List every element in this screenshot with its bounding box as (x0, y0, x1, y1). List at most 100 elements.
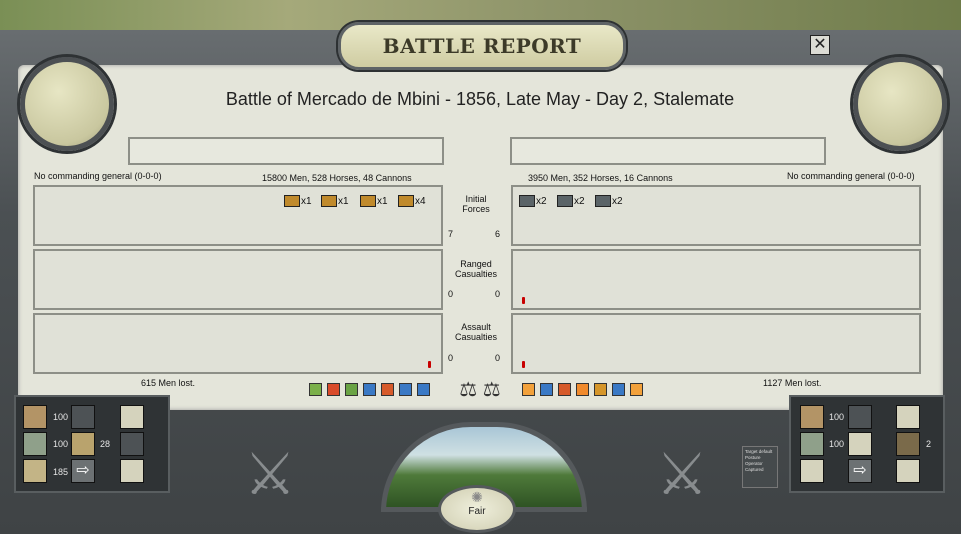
artillery-icon (519, 195, 535, 207)
unit-count: x4 (415, 195, 426, 207)
right-men-lost: 1127 Men lost. (763, 378, 822, 388)
left-supply-value: 100 (53, 412, 69, 422)
cavalry-stat-icon (71, 405, 95, 429)
crossed-rifles-crest-icon: ⚔ (656, 442, 708, 507)
casualty-figure-icon (428, 361, 431, 368)
morale-icon (800, 432, 824, 456)
right-name-box (510, 137, 826, 165)
unit-count: x2 (574, 195, 585, 207)
label-line: Casualties (454, 269, 498, 279)
left-assault-row (33, 313, 443, 374)
soldier-icon (896, 459, 920, 483)
artillery-icon (360, 195, 376, 207)
modifier-icon[interactable] (576, 383, 589, 396)
soldier-icon (896, 405, 920, 429)
modifier-icon[interactable] (540, 383, 553, 396)
cavalry-icon (595, 195, 611, 207)
fort-icon (800, 459, 824, 483)
left-forces: 15800 Men, 528 Horses, 48 Cannons (262, 173, 412, 183)
terrain-icon (71, 432, 95, 456)
right-general: No commanding general (0-0-0) (787, 171, 915, 181)
battle-title: Battle of Mercado de Mbini - 1856, Late … (225, 89, 735, 109)
modifier-icon[interactable] (417, 383, 430, 396)
label-line: Ranged (460, 259, 492, 269)
left-morale-value: 100 (53, 439, 69, 449)
left-unit-4[interactable]: x4 (398, 195, 426, 209)
retreat-arrow-icon[interactable]: ⇨ (71, 459, 95, 483)
leader-icon (120, 432, 144, 456)
right-ranged-row (511, 249, 921, 310)
cavalry-stat-icon (848, 405, 872, 429)
label-line: Assault (461, 322, 491, 332)
modifier-icon[interactable] (345, 383, 358, 396)
supply-icon (23, 405, 47, 429)
soldier-icon (120, 459, 144, 483)
left-assault-count: 0 (448, 353, 454, 363)
retreat-arrow-icon[interactable]: ⇨ (848, 459, 872, 483)
weather-label: Fair (468, 506, 486, 517)
left-ranged-count: 0 (448, 289, 454, 299)
modifier-icon[interactable] (309, 383, 322, 396)
right-unit-2[interactable]: x2 (557, 195, 585, 209)
modifier-icon[interactable] (399, 383, 412, 396)
close-button[interactable]: ✕ (810, 35, 830, 55)
left-unit-2[interactable]: x1 (321, 195, 349, 209)
modifier-icon[interactable] (363, 383, 376, 396)
legend-item: Captured (745, 467, 764, 472)
terrain-icon (848, 432, 872, 456)
right-side-emblem (853, 57, 947, 151)
scales-icon: ⚖ ⚖ (459, 379, 501, 401)
weather-badge: ✺ Fair (438, 485, 516, 533)
modifier-icon[interactable] (630, 383, 643, 396)
left-fort-value: 185 (53, 467, 69, 477)
morale-icon (23, 432, 47, 456)
right-morale-value: 100 (829, 439, 845, 449)
modifier-icon[interactable] (594, 383, 607, 396)
supply-icon (800, 405, 824, 429)
crossed-rifles-crest-icon: ⚔ (244, 442, 296, 507)
left-initial-count: 7 (448, 229, 454, 239)
line-infantry-icon (284, 195, 300, 207)
modifier-icon[interactable] (612, 383, 625, 396)
close-icon: ✕ (813, 36, 827, 53)
left-unit-3[interactable]: x1 (360, 195, 388, 209)
right-ranged-count: 0 (495, 289, 501, 299)
soldier-icon (120, 405, 144, 429)
right-unit-3[interactable]: x2 (595, 195, 623, 209)
initial-forces-label: Initial Forces (446, 194, 506, 214)
left-general: No commanding general (0-0-0) (34, 171, 162, 181)
left-unit-1[interactable]: x1 (284, 195, 312, 209)
assault-casualties-label: Assault Casualties (446, 322, 506, 342)
modifier-icon[interactable] (327, 383, 340, 396)
right-leader-value: 2 (926, 439, 932, 449)
fort-icon (23, 459, 47, 483)
left-ranged-row (33, 249, 443, 310)
left-men-lost: 615 Men lost. (141, 378, 196, 388)
unit-count: x1 (377, 195, 388, 207)
cavalry-icon (557, 195, 573, 207)
label-line: Forces (462, 204, 490, 214)
right-assault-count: 0 (495, 353, 501, 363)
line-infantry-icon (321, 195, 337, 207)
legend-card: Target default Posture Operator Captured (742, 446, 778, 488)
page-title: BATTLE REPORT (338, 22, 626, 70)
unit-count: x1 (338, 195, 349, 207)
left-name-box (128, 137, 444, 165)
casualty-figure-icon (522, 297, 525, 304)
left-side-emblem (20, 57, 114, 151)
cavalry-icon (398, 195, 414, 207)
label-line: Casualties (454, 332, 498, 342)
right-supply-value: 100 (829, 412, 845, 422)
unit-count: x2 (612, 195, 623, 207)
right-unit-1[interactable]: x2 (519, 195, 547, 209)
label-line: Initial (465, 194, 487, 204)
modifier-icon[interactable] (522, 383, 535, 396)
right-assault-row (511, 313, 921, 374)
unit-count: x2 (536, 195, 547, 207)
ranged-casualties-label: Ranged Casualties (446, 259, 506, 279)
unit-count: x1 (301, 195, 312, 207)
right-initial-count: 6 (495, 229, 501, 239)
modifier-icon[interactable] (558, 383, 571, 396)
modifier-icon[interactable] (381, 383, 394, 396)
casualty-figure-icon (522, 361, 525, 368)
